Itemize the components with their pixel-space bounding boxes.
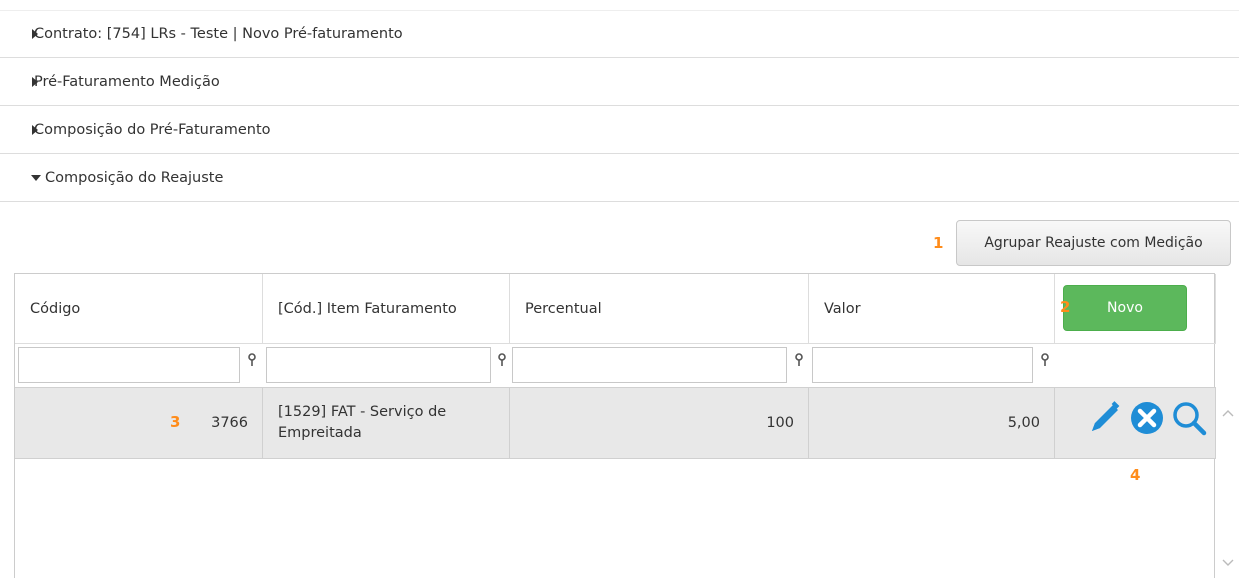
column-header-percentual[interactable]: Percentual (510, 274, 809, 344)
filter-codigo-input[interactable] (18, 347, 240, 383)
accordion-label: Composição do Pré-Faturamento (34, 121, 271, 138)
accordion-header-contrato[interactable]: Contrato: [754] LRs - Teste | Novo Pré-f… (0, 10, 1239, 58)
cell-percentual: 100 (510, 388, 809, 458)
annotation-4: 4 (1130, 466, 1141, 484)
accordion-header-pre-faturamento-medicao[interactable]: Pré-Faturamento Medição (0, 58, 1239, 106)
column-header-item-faturamento[interactable]: [Cód.] Item Faturamento (263, 274, 510, 344)
grid-header: Código [Cód.] Item Faturamento Percentua… (15, 274, 1216, 344)
filter-valor-input[interactable] (812, 347, 1033, 383)
filter-icon[interactable] (793, 353, 805, 367)
caret-right-icon (32, 29, 38, 39)
chevron-down-icon[interactable] (1220, 557, 1236, 569)
accordion: Contrato: [754] LRs - Teste | Novo Pré-f… (0, 10, 1239, 202)
pencil-icon[interactable] (1085, 398, 1125, 438)
filter-row (15, 345, 1216, 385)
annotation-2: 2 (1060, 298, 1071, 316)
accordion-header-composicao-pre-faturamento[interactable]: Composição do Pré-Faturamento (0, 106, 1239, 154)
row-actions (1085, 398, 1209, 438)
cell-valor: 5,00 (809, 388, 1055, 458)
filter-icon[interactable] (246, 353, 258, 367)
vertical-scrollbar[interactable] (1216, 387, 1239, 578)
accordion-label: Pré-Faturamento Medição (34, 73, 220, 90)
close-circle-icon[interactable] (1127, 398, 1167, 438)
column-header-codigo[interactable]: Código (15, 274, 263, 344)
chevron-up-icon[interactable] (1220, 407, 1236, 419)
accordion-header-composicao-reajuste[interactable]: Composição do Reajuste (0, 154, 1239, 202)
filter-item-input[interactable] (266, 347, 491, 383)
annotation-3: 3 (170, 413, 181, 431)
cell-item-faturamento: [1529] FAT - Serviço de Empreitada (263, 388, 510, 458)
search-icon[interactable] (1169, 398, 1209, 438)
filter-percentual-input[interactable] (512, 347, 787, 383)
cell-codigo: 3766 (15, 388, 263, 458)
caret-down-icon (31, 174, 41, 181)
table-row[interactable]: 3766 [1529] FAT - Serviço de Empreitada … (15, 387, 1216, 459)
filter-icon[interactable] (496, 353, 508, 367)
column-header-valor[interactable]: Valor (809, 274, 1055, 344)
reajuste-grid: Código [Cód.] Item Faturamento Percentua… (14, 273, 1234, 578)
agrupar-reajuste-button[interactable]: Agrupar Reajuste com Medição (956, 220, 1231, 266)
accordion-label: Contrato: [754] LRs - Teste | Novo Pré-f… (34, 26, 403, 42)
novo-button[interactable]: Novo (1063, 285, 1187, 331)
accordion-label: Composição do Reajuste (45, 169, 224, 186)
filter-icon[interactable] (1039, 353, 1051, 367)
caret-right-icon (32, 76, 38, 87)
caret-right-icon (32, 124, 38, 135)
annotation-1: 1 (933, 234, 944, 252)
